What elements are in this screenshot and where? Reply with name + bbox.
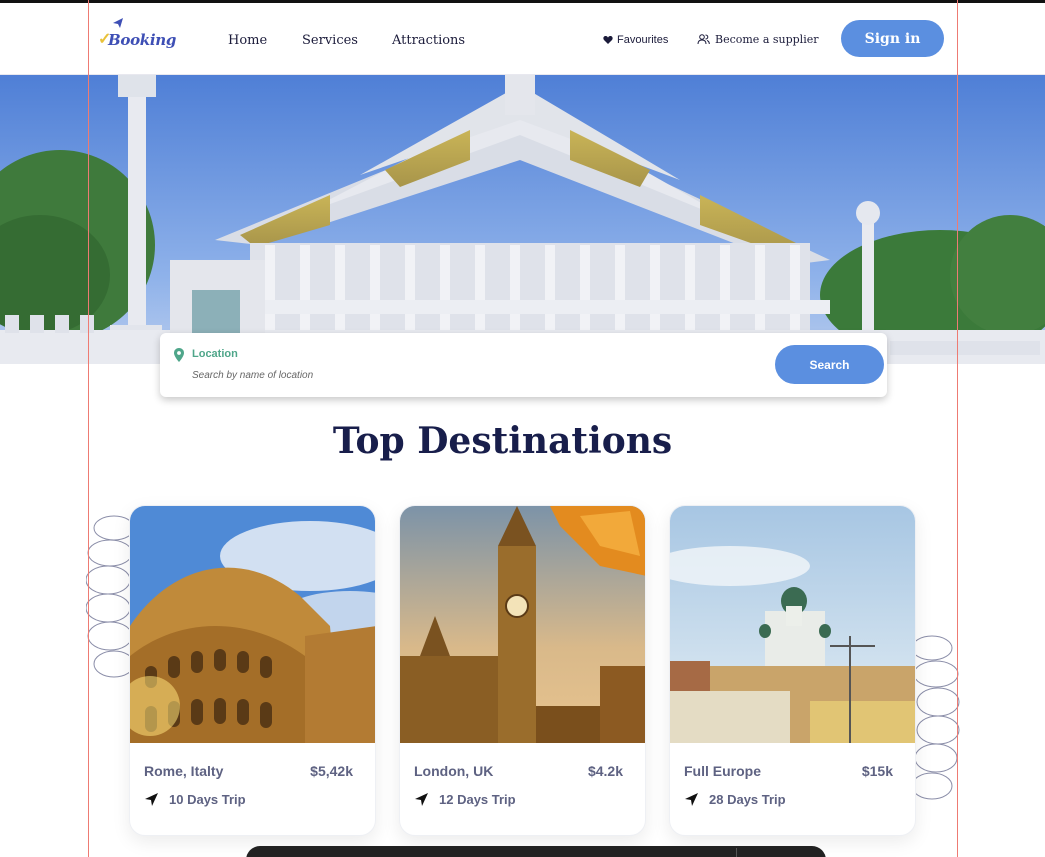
decorative-swirl-right <box>912 635 960 800</box>
favourites-label: Favourites <box>617 34 669 46</box>
logo[interactable]: ✓ Booking <box>98 17 176 57</box>
destination-card-london[interactable]: London, UK $4.2k 12 Days Trip <box>399 505 646 836</box>
hero-image <box>0 75 1045 364</box>
decorative-swirl-left <box>86 515 134 678</box>
trip-label: 28 Days Trip <box>709 792 786 807</box>
navigation-arrow-icon <box>145 793 158 806</box>
nav-attractions[interactable]: Attractions <box>392 33 465 48</box>
logo-text: Booking <box>108 31 177 49</box>
favourites-link[interactable]: Favourites <box>603 34 668 46</box>
nav-services[interactable]: Services <box>302 33 358 48</box>
destination-name: Full Europe <box>684 763 761 779</box>
users-icon <box>697 34 710 45</box>
section-title: Top Destinations <box>332 420 673 462</box>
supplier-label: Become a supplier <box>715 33 819 46</box>
trip-duration: 28 Days Trip <box>684 792 786 807</box>
destination-card-rome[interactable]: Rome, Italty $5,42k 10 Days Trip <box>129 505 376 836</box>
navigation-arrow-icon <box>685 793 698 806</box>
sign-in-button[interactable]: Sign in <box>841 20 944 57</box>
destination-price: $5,42k <box>310 763 353 779</box>
become-supplier-link[interactable]: Become a supplier <box>697 33 819 46</box>
colosseum-image <box>130 506 375 743</box>
location-pin-icon <box>174 348 184 362</box>
nav-home[interactable]: Home <box>228 33 267 48</box>
location-input[interactable] <box>192 367 592 383</box>
trip-duration: 10 Days Trip <box>144 792 246 807</box>
trip-duration: 12 Days Trip <box>414 792 516 807</box>
trip-label: 12 Days Trip <box>439 792 516 807</box>
helsinki-cathedral-image <box>670 506 915 743</box>
navigation-arrow-icon <box>415 793 428 806</box>
big-ben-image <box>400 506 645 743</box>
search-button[interactable]: Search <box>775 345 884 384</box>
destination-price: $15k <box>861 763 893 779</box>
destination-name: Rome, Italty <box>144 763 224 779</box>
bottom-bar <box>246 846 826 857</box>
destination-price: $4.2k <box>587 763 623 779</box>
location-label: Location <box>192 348 238 360</box>
site-header: ✓ Booking Home Services Attractions Favo… <box>0 3 1045 75</box>
layout-guide-right <box>957 0 958 857</box>
destination-name: London, UK <box>414 763 494 779</box>
paper-plane-icon <box>113 18 123 28</box>
trip-label: 10 Days Trip <box>169 792 246 807</box>
layout-guide-left <box>88 0 89 857</box>
heart-icon <box>603 35 613 44</box>
destination-card-europe[interactable]: Full Europe $15k 28 Days Trip <box>669 505 916 836</box>
location-search-box: Location Search <box>160 333 887 397</box>
